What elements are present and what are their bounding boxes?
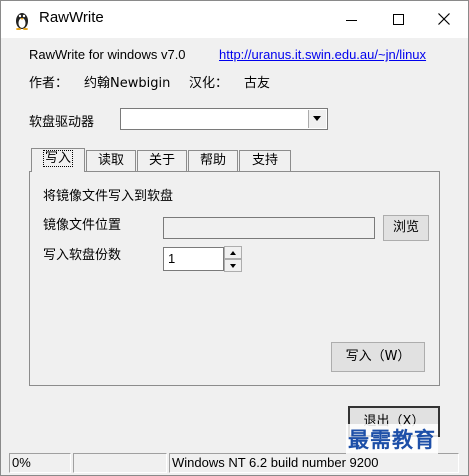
browse-button[interactable]: 浏览 bbox=[383, 215, 429, 241]
tab-about[interactable]: 关于 bbox=[137, 150, 187, 172]
status-os: Windows NT 6.2 build number 9200 bbox=[169, 453, 459, 473]
copies-value: 1 bbox=[168, 251, 176, 266]
chevron-down-icon bbox=[313, 116, 321, 121]
window-title: RawWrite bbox=[39, 9, 104, 26]
tab-write[interactable]: 写入 bbox=[31, 148, 85, 172]
translator-name: 古友 bbox=[244, 76, 271, 91]
tab-support[interactable]: 支持 bbox=[239, 150, 291, 172]
homepage-link[interactable]: http://uranus.it.swin.edu.au/~jn/linux bbox=[219, 47, 426, 62]
rawwrite-window: RawWrite RawWrite for windows v7.0 http:… bbox=[0, 0, 469, 476]
spin-up-button[interactable] bbox=[224, 246, 242, 259]
translator-label: 汉化： bbox=[189, 76, 229, 91]
drive-dropdown-button[interactable] bbox=[308, 110, 326, 128]
status-bar: 0% Windows NT 6.2 build number 9200 bbox=[1, 451, 468, 475]
arrow-up-icon bbox=[230, 251, 236, 255]
image-path-field[interactable] bbox=[163, 217, 375, 239]
write-heading: 将镜像文件写入到软盘 bbox=[43, 189, 174, 204]
tab-help-label: 帮助 bbox=[199, 153, 226, 168]
tab-support-label: 支持 bbox=[251, 153, 278, 168]
spin-down-button[interactable] bbox=[224, 259, 242, 272]
image-path-label: 镜像文件位置 bbox=[43, 218, 122, 233]
title-bar[interactable]: RawWrite bbox=[1, 1, 468, 38]
maximize-button[interactable] bbox=[375, 1, 421, 38]
arrow-down-icon bbox=[230, 264, 236, 268]
tab-write-label: 写入 bbox=[42, 150, 74, 167]
copies-input[interactable]: 1 bbox=[163, 247, 224, 271]
status-middle bbox=[73, 453, 167, 473]
copies-label: 写入软盘份数 bbox=[43, 248, 122, 263]
tab-read-label: 读取 bbox=[97, 153, 124, 168]
close-icon bbox=[438, 13, 450, 25]
tab-help[interactable]: 帮助 bbox=[188, 150, 238, 172]
watermark-logo: 最需教育 bbox=[346, 424, 438, 454]
drive-select[interactable] bbox=[120, 108, 328, 130]
author-name: 约翰Newbigin bbox=[84, 76, 171, 91]
status-progress: 0% bbox=[9, 453, 71, 473]
copies-spinner bbox=[224, 246, 242, 272]
penguin-icon bbox=[16, 13, 28, 30]
version-text: RawWrite for windows v7.0 bbox=[29, 47, 186, 62]
tab-about-label: 关于 bbox=[148, 153, 175, 168]
tab-read[interactable]: 读取 bbox=[86, 150, 136, 172]
drive-label: 软盘驱动器 bbox=[29, 115, 95, 130]
write-button[interactable]: 写入（W） bbox=[331, 342, 425, 372]
author-label: 作者： bbox=[29, 76, 69, 91]
close-button[interactable] bbox=[421, 1, 467, 38]
minimize-button[interactable] bbox=[329, 1, 375, 38]
